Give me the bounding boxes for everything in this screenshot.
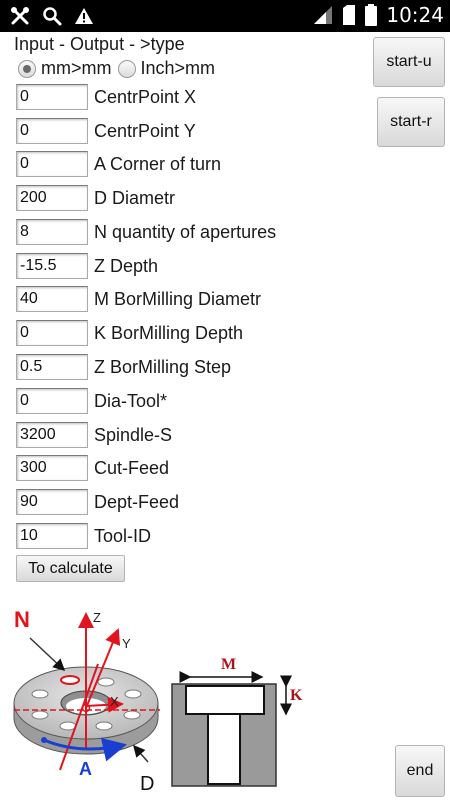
cut-feed-label: Cut-Feed	[94, 457, 170, 478]
radio-mm-mm[interactable]	[18, 59, 36, 78]
centr-y-label: CentrPoint Y	[94, 120, 196, 141]
calculate-button[interactable]: To calculate	[16, 555, 125, 582]
z-depth-input[interactable]	[16, 253, 88, 279]
param-row-bormill-step: Z BorMilling Step	[16, 352, 231, 382]
battery-icon	[365, 4, 378, 26]
bormill-diameter-input[interactable]	[16, 286, 88, 312]
param-row-dia-tool: Dia-Tool*	[16, 386, 167, 416]
apertures-input[interactable]	[16, 219, 88, 245]
param-row-corner: A Corner of turn	[16, 149, 221, 179]
d-pointer	[133, 744, 149, 763]
bormill-depth-label: K BorMilling Depth	[94, 322, 244, 343]
z-depth-label: Z Depth	[94, 255, 159, 276]
label-k: K	[290, 687, 303, 704]
tool-id-input[interactable]	[16, 523, 88, 549]
tools-icon	[11, 7, 29, 25]
label-d: D	[140, 773, 154, 795]
search-icon	[43, 7, 62, 26]
param-row-apertures: N quantity of apertures	[16, 217, 276, 247]
status-bar: 10:24	[0, 0, 450, 32]
spindle-label: Spindle-S	[94, 424, 173, 445]
dia-tool-label: Dia-Tool*	[94, 390, 168, 411]
bormill-step-label: Z BorMilling Step	[94, 356, 232, 377]
param-row-z-depth: Z Depth	[16, 251, 158, 281]
status-right-icons: 10:24	[312, 3, 444, 27]
end-button[interactable]: end	[395, 745, 445, 797]
sim-icon	[343, 5, 356, 25]
n-pointer	[29, 637, 66, 672]
param-row-spindle: Spindle-S	[16, 420, 172, 450]
corner-label: A Corner of turn	[94, 153, 222, 174]
dept-feed-input[interactable]	[16, 489, 88, 515]
status-left-icons	[10, 6, 94, 26]
corner-input[interactable]	[16, 151, 88, 177]
param-row-tool-id: Tool-ID	[16, 521, 151, 551]
param-row-bormill-diameter: M BorMilling Diametr	[16, 284, 261, 314]
io-type-heading: Input - Output - >type	[14, 34, 185, 54]
bormill-depth-input[interactable]	[16, 320, 88, 346]
centr-x-input[interactable]	[16, 84, 88, 110]
param-row-diameter: D Diametr	[16, 183, 175, 213]
diameter-label: D Diametr	[94, 187, 176, 208]
radio-inch-mm[interactable]	[117, 59, 136, 78]
label-y: Y	[122, 636, 131, 651]
radio-inch-mm-label[interactable]: Inch>mm	[141, 58, 216, 79]
clock: 10:24	[386, 3, 444, 27]
radio-mm-mm-label[interactable]: mm>mm	[41, 58, 112, 79]
label-a: A	[79, 759, 92, 779]
diameter-input[interactable]	[16, 185, 88, 211]
param-row-centr-x: CentrPoint X	[16, 82, 196, 112]
param-row-centr-y: CentrPoint Y	[16, 116, 196, 146]
signal-icon	[314, 6, 333, 24]
section-drawing	[171, 683, 277, 787]
label-x: X	[110, 694, 119, 709]
param-row-bormill-depth: K BorMilling Depth	[16, 318, 243, 348]
apertures-label: N quantity of apertures	[94, 221, 277, 242]
warning-icon	[75, 8, 93, 24]
label-z: Z	[93, 610, 101, 625]
centr-y-input[interactable]	[16, 118, 88, 144]
centr-x-label: CentrPoint X	[94, 86, 197, 107]
spindle-input[interactable]	[16, 422, 88, 448]
param-row-dept-feed: Dept-Feed	[16, 487, 179, 517]
bormill-step-input[interactable]	[16, 354, 88, 380]
unit-radio-group: mm>mm Inch>mm	[18, 58, 221, 79]
cut-feed-input[interactable]	[16, 455, 88, 481]
label-n: N	[14, 607, 30, 632]
machining-diagram: N Z Y X A D M K	[13, 607, 303, 795]
start-u-button[interactable]: start-u	[373, 37, 445, 87]
dept-feed-label: Dept-Feed	[94, 491, 180, 512]
label-m: M	[221, 656, 236, 673]
bormill-diameter-label: M BorMilling Diametr	[94, 288, 262, 309]
tool-id-label: Tool-ID	[94, 525, 152, 546]
start-r-button[interactable]: start-r	[377, 97, 445, 147]
param-row-cut-feed: Cut-Feed	[16, 453, 169, 483]
dia-tool-input[interactable]	[16, 388, 88, 414]
